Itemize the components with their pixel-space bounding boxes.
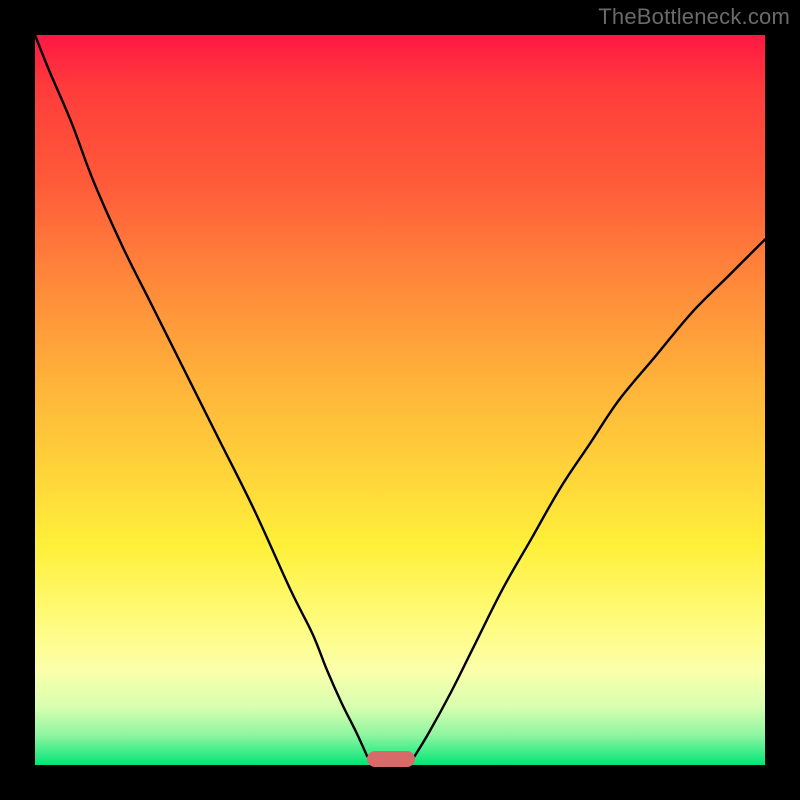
curve-left-branch [35, 35, 367, 756]
plot-area [35, 35, 765, 765]
bottleneck-marker [367, 751, 415, 767]
outer-frame: TheBottleneck.com [0, 0, 800, 800]
curve-svg [35, 35, 765, 765]
attribution-text: TheBottleneck.com [598, 4, 790, 30]
curve-right-branch [415, 239, 765, 756]
